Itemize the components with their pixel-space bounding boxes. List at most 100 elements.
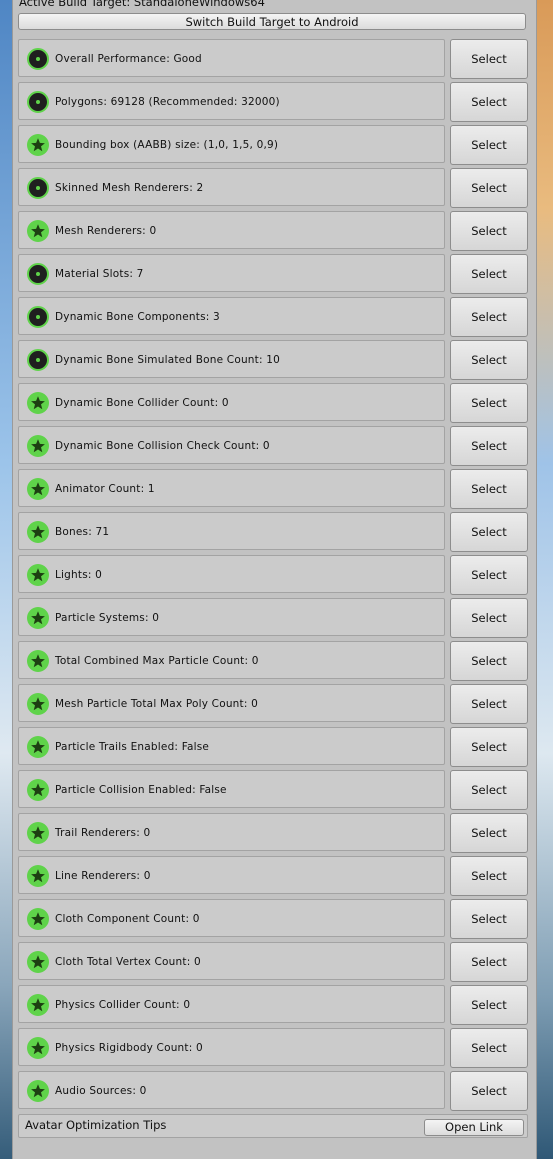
stat-info-box: Physics Collider Count: 0: [18, 985, 445, 1023]
select-button[interactable]: Select: [450, 512, 528, 552]
optimization-tips-bar: Avatar Optimization Tips Open Link: [18, 1114, 528, 1138]
select-button[interactable]: Select: [450, 555, 528, 595]
select-button[interactable]: Select: [450, 942, 528, 982]
circle-dot-icon: [27, 306, 49, 328]
stat-label: Skinned Mesh Renderers: 2: [55, 182, 204, 194]
select-button[interactable]: Select: [450, 211, 528, 251]
circle-dot-icon: [27, 177, 49, 199]
stat-label: Bones: 71: [55, 526, 110, 538]
stat-label: Overall Performance: Good: [55, 53, 202, 65]
select-button[interactable]: Select: [450, 770, 528, 810]
stat-row: Dynamic Bone Components: 3 Select: [18, 297, 528, 337]
star-icon: [27, 220, 49, 242]
stat-row: Cloth Component Count: 0 Select: [18, 899, 528, 939]
stat-label: Dynamic Bone Collision Check Count: 0: [55, 440, 270, 452]
stat-info-box: Cloth Total Vertex Count: 0: [18, 942, 445, 980]
circle-dot-icon: [27, 48, 49, 70]
stat-info-box: Skinned Mesh Renderers: 2: [18, 168, 445, 206]
stat-row: Particle Systems: 0 Select: [18, 598, 528, 638]
stat-info-box: Mesh Renderers: 0: [18, 211, 445, 249]
stat-row: Dynamic Bone Collider Count: 0 Select: [18, 383, 528, 423]
select-button[interactable]: Select: [450, 426, 528, 466]
stat-row: Overall Performance: Good Select: [18, 39, 528, 79]
stat-info-box: Bones: 71: [18, 512, 445, 550]
stat-info-box: Overall Performance: Good: [18, 39, 445, 77]
stat-label: Audio Sources: 0: [55, 1085, 147, 1097]
stat-row: Dynamic Bone Collision Check Count: 0 Sel…: [18, 426, 528, 466]
select-button[interactable]: Select: [450, 383, 528, 423]
stat-row: Animator Count: 1 Select: [18, 469, 528, 509]
star-icon: [27, 521, 49, 543]
stat-info-box: Animator Count: 1: [18, 469, 445, 507]
stat-label: Particle Collision Enabled: False: [55, 784, 227, 796]
star-icon: [27, 564, 49, 586]
stat-info-box: Dynamic Bone Simulated Bone Count: 10: [18, 340, 445, 378]
stat-row: Trail Renderers: 0 Select: [18, 813, 528, 853]
circle-dot-icon: [27, 263, 49, 285]
star-icon: [27, 951, 49, 973]
performance-stats-list: Overall Performance: Good Select Polygons:…: [18, 39, 528, 1114]
stat-row: Cloth Total Vertex Count: 0 Select: [18, 942, 528, 982]
select-button[interactable]: Select: [450, 469, 528, 509]
stat-label: Mesh Renderers: 0: [55, 225, 157, 237]
stat-row: Dynamic Bone Simulated Bone Count: 10 Sel…: [18, 340, 528, 380]
stat-row: Mesh Particle Total Max Poly Count: 0 Sel…: [18, 684, 528, 724]
stat-label: Dynamic Bone Collider Count: 0: [55, 397, 229, 409]
stat-row: Skinned Mesh Renderers: 2 Select: [18, 168, 528, 208]
select-button[interactable]: Select: [450, 684, 528, 724]
stat-row: Particle Trails Enabled: False Select: [18, 727, 528, 767]
stat-row: Mesh Renderers: 0 Select: [18, 211, 528, 251]
stat-info-box: Particle Systems: 0: [18, 598, 445, 636]
star-icon: [27, 1037, 49, 1059]
select-button[interactable]: Select: [450, 813, 528, 853]
stat-label: Bounding box (AABB) size: (1,0, 1,5, 0,9…: [55, 139, 279, 151]
star-icon: [27, 822, 49, 844]
stat-label: Dynamic Bone Simulated Bone Count: 10: [55, 354, 281, 366]
star-icon: [27, 478, 49, 500]
select-button[interactable]: Select: [450, 985, 528, 1025]
stat-label: Material Slots: 7: [55, 268, 144, 280]
stat-info-box: Material Slots: 7: [18, 254, 445, 292]
star-icon: [27, 392, 49, 414]
switch-build-target-button[interactable]: Switch Build Target to Android: [18, 13, 526, 30]
stat-info-box: Dynamic Bone Collider Count: 0: [18, 383, 445, 421]
performance-panel: Active Build Target: StandaloneWindows64…: [12, 0, 537, 1159]
stat-label: Polygons: 69128 (Recommended: 32000): [55, 96, 280, 108]
select-button[interactable]: Select: [450, 125, 528, 165]
select-button[interactable]: Select: [450, 82, 528, 122]
select-button[interactable]: Select: [450, 1028, 528, 1068]
select-button[interactable]: Select: [450, 39, 528, 79]
star-icon: [27, 736, 49, 758]
select-button[interactable]: Select: [450, 727, 528, 767]
select-button[interactable]: Select: [450, 340, 528, 380]
open-link-button[interactable]: Open Link: [424, 1119, 524, 1136]
select-button[interactable]: Select: [450, 1071, 528, 1111]
select-button[interactable]: Select: [450, 168, 528, 208]
select-button[interactable]: Select: [450, 297, 528, 337]
stat-label: Animator Count: 1: [55, 483, 155, 495]
stat-label: Line Renderers: 0: [55, 870, 151, 882]
select-button[interactable]: Select: [450, 641, 528, 681]
stat-label: Dynamic Bone Components: 3: [55, 311, 220, 323]
stat-info-box: Particle Collision Enabled: False: [18, 770, 445, 808]
select-button[interactable]: Select: [450, 856, 528, 896]
stat-row: Bones: 71 Select: [18, 512, 528, 552]
select-button[interactable]: Select: [450, 254, 528, 294]
stat-label: Particle Trails Enabled: False: [55, 741, 210, 753]
stat-info-box: Mesh Particle Total Max Poly Count: 0: [18, 684, 445, 722]
stat-row: Audio Sources: 0 Select: [18, 1071, 528, 1111]
circle-dot-icon: [27, 91, 49, 113]
stat-info-box: Lights: 0: [18, 555, 445, 593]
active-build-target-label: Active Build Target: StandaloneWindows64: [19, 0, 265, 9]
stat-row: Bounding box (AABB) size: (1,0, 1,5, 0,9…: [18, 125, 528, 165]
stat-label: Mesh Particle Total Max Poly Count: 0: [55, 698, 259, 710]
star-icon: [27, 134, 49, 156]
stat-info-box: Line Renderers: 0: [18, 856, 445, 894]
select-button[interactable]: Select: [450, 598, 528, 638]
stat-row: Material Slots: 7 Select: [18, 254, 528, 294]
circle-dot-icon: [27, 349, 49, 371]
star-icon: [27, 435, 49, 457]
select-button[interactable]: Select: [450, 899, 528, 939]
stat-info-box: Polygons: 69128 (Recommended: 32000): [18, 82, 445, 120]
stat-info-box: Trail Renderers: 0: [18, 813, 445, 851]
